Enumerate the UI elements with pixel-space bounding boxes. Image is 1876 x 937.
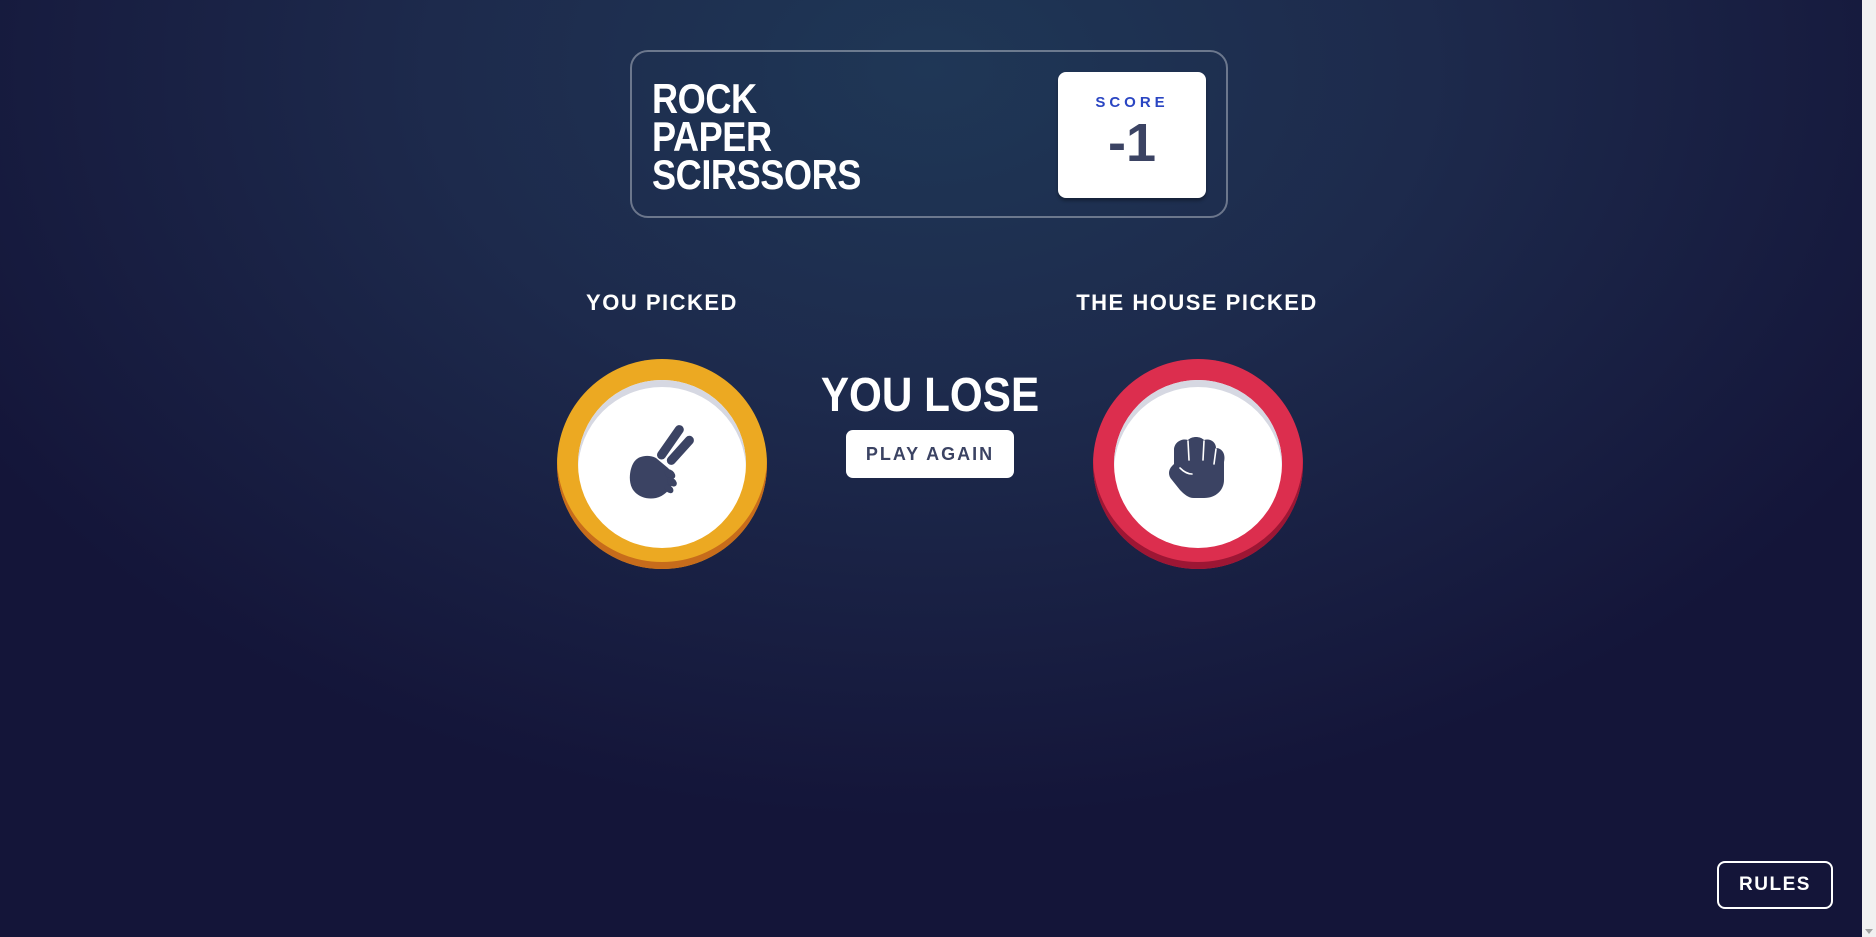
- game-page: ROCK PAPER SCIRSSORS SCORE -1 YOU PICKED…: [0, 0, 1862, 937]
- player-pick-scissors: [557, 359, 767, 569]
- play-again-button[interactable]: PLAY AGAIN: [846, 430, 1014, 478]
- score-label: SCORE: [1095, 94, 1169, 111]
- result-panel: YOU LOSE PLAY AGAIN: [780, 366, 1080, 478]
- title-line-scissors: SCIRSSORS: [652, 151, 861, 198]
- scroll-down-arrow-icon[interactable]: [1865, 929, 1873, 934]
- result-text: YOU LOSE: [820, 369, 1040, 422]
- scissors-hand-icon: [629, 425, 694, 499]
- you-picked-label: YOU PICKED: [586, 290, 738, 315]
- rules-button[interactable]: RULES: [1717, 861, 1833, 909]
- game-title: ROCK PAPER SCIRSSORS: [652, 78, 861, 198]
- score-value: -1: [1107, 113, 1156, 173]
- score-box: SCORE -1: [1058, 72, 1206, 198]
- header: ROCK PAPER SCIRSSORS SCORE -1: [630, 50, 1228, 218]
- token-face: [1114, 380, 1282, 548]
- house-picked-label: THE HOUSE PICKED: [1076, 290, 1318, 315]
- house-pick-rock: [1093, 359, 1303, 569]
- scrollbar[interactable]: [1862, 0, 1876, 937]
- token-face: [578, 380, 746, 548]
- rock-fist-icon: [1169, 437, 1225, 498]
